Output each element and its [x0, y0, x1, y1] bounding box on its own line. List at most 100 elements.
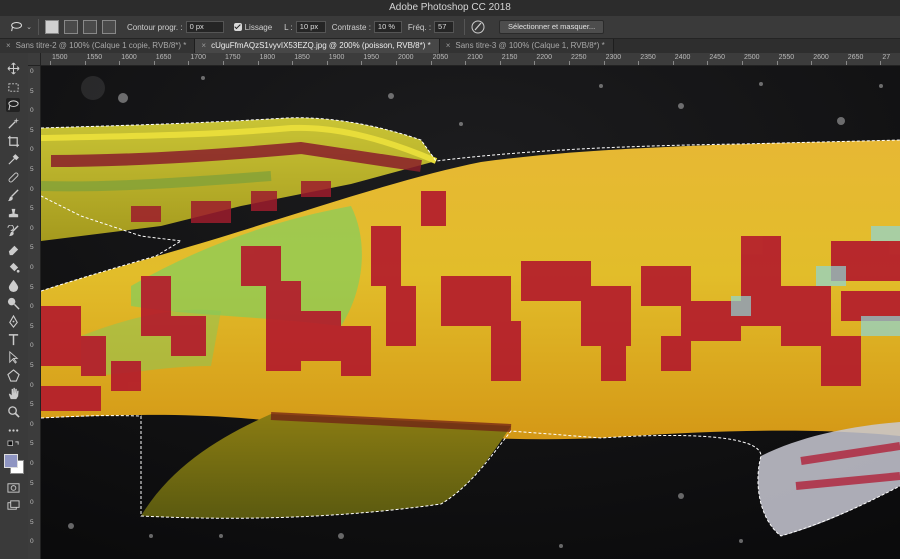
ruler-tick-label: 1550: [86, 54, 103, 61]
quick-mask-icon: [6, 482, 20, 493]
foreground-color-swatch[interactable]: [4, 454, 18, 468]
tools-panel: [0, 53, 29, 559]
eyedropper-tool[interactable]: [6, 152, 20, 166]
ruler-tick-label: 1750: [225, 54, 241, 61]
default-colors-icon: [7, 440, 19, 446]
ruler-tick: [84, 61, 86, 65]
magnifier-icon: [7, 405, 20, 418]
ruler-tick: [119, 61, 121, 65]
tab-fish-image[interactable]: × cUguFfmAQzS1vyvIX53EZQ.jpg @ 200% (pois…: [195, 39, 440, 53]
tab-label: Sans titre-2 @ 100% (Calque 1 copie, RVB…: [15, 41, 187, 50]
ruler-tick: [465, 61, 467, 65]
brush-icon: [7, 188, 19, 201]
clone-stamp-tool[interactable]: [6, 206, 20, 220]
ruler-tick: [153, 61, 155, 65]
tab-sans-titre-2[interactable]: × Sans titre-2 @ 100% (Calque 1 copie, RV…: [0, 39, 196, 53]
ruler-tick-label: 0: [30, 107, 34, 115]
ruler-tick: [499, 61, 501, 65]
frequency-label: Fréq. :: [407, 22, 432, 32]
select-and-mask-button[interactable]: Sélectionner et masquer...: [499, 20, 605, 34]
antialias-checkbox[interactable]: [233, 23, 242, 31]
ruler-tick-label: 0: [30, 499, 34, 507]
ruler-tick-label: 5: [30, 518, 34, 526]
eyedropper-icon: [7, 153, 19, 165]
ruler-tick-label: 5: [30, 362, 34, 369]
ruler-tick-label: 2300: [605, 54, 622, 61]
dodge-tool[interactable]: [6, 296, 20, 310]
ruler-tick-label: 2100: [467, 54, 483, 61]
more-icon: [8, 428, 18, 432]
width-input[interactable]: 10 px: [295, 21, 326, 33]
paint-bucket-tool[interactable]: [6, 260, 20, 274]
tab-sans-titre-3[interactable]: × Sans titre-3 @ 100% (Calque 1, RVB/8*) …: [439, 39, 614, 53]
ruler-tick-label: 0: [30, 381, 34, 389]
divider: [464, 19, 466, 35]
new-selection-button[interactable]: [45, 20, 59, 34]
ruler-tick-label: 2050: [432, 54, 449, 61]
close-icon[interactable]: ×: [201, 41, 206, 50]
ruler-tick-label: 0: [30, 185, 34, 193]
ruler-corner: [28, 53, 41, 66]
frequency-input[interactable]: 57: [434, 21, 455, 33]
ruler-tick-label: 2550: [778, 54, 795, 61]
tool-preset-picker[interactable]: ⌄: [10, 18, 32, 36]
ruler-tick-label: 5: [30, 87, 34, 95]
ruler-tick-label: 1600: [121, 54, 137, 61]
magnetic-lasso-tool[interactable]: [6, 98, 20, 112]
feather-label: Contour progr. :: [127, 22, 183, 32]
tablet-pressure-icon[interactable]: [471, 20, 485, 34]
antialias-label: Lissage: [244, 22, 273, 32]
eraser-tool[interactable]: [6, 242, 20, 256]
type-tool[interactable]: [6, 332, 20, 346]
hand-tool[interactable]: [6, 386, 20, 400]
ruler-tick-label: 5: [30, 440, 34, 448]
subtract-selection-button[interactable]: [83, 20, 97, 34]
screen-mode[interactable]: [6, 498, 20, 512]
ruler-tick: [396, 61, 397, 65]
intersect-selection-button[interactable]: [102, 20, 116, 34]
ruler-tick-label: 2500: [744, 54, 760, 61]
history-brush-tool[interactable]: [6, 224, 20, 238]
add-selection-button[interactable]: [64, 20, 78, 34]
ruler-tick: [811, 61, 813, 65]
swap-colors[interactable]: [6, 439, 20, 453]
crop-icon: [7, 135, 19, 147]
vertical-ruler[interactable]: 0 5 0 5 0 5 0 5 0 5 0 5 0 5 0 5 0 5 0 5 0 5 0 5 0: [28, 65, 41, 559]
close-icon[interactable]: ×: [6, 41, 11, 50]
pen-tool[interactable]: [6, 314, 20, 328]
ruler-tick-label: 5: [30, 401, 34, 409]
hand-icon: [8, 387, 19, 399]
ruler-tick: [257, 61, 259, 65]
ruler-tick-label: 5: [30, 244, 34, 252]
close-icon[interactable]: ×: [446, 41, 451, 50]
contrast-label: Contraste :: [331, 22, 371, 32]
contrast-input[interactable]: 10 %: [373, 21, 402, 33]
ruler-tick: [430, 61, 432, 65]
crop-tool[interactable]: [6, 134, 20, 148]
feather-input[interactable]: 0 px: [185, 21, 224, 33]
quick-selection-tool[interactable]: [6, 116, 20, 130]
brush-tool[interactable]: [6, 188, 20, 202]
quick-mask[interactable]: [6, 480, 20, 494]
ruler-tick: [188, 61, 190, 65]
ruler-tick-label: 0: [30, 342, 34, 350]
more-tools[interactable]: [6, 423, 20, 437]
ruler-tick-label: 0: [30, 68, 34, 75]
ruler-tick: [845, 61, 847, 65]
path-selection-tool[interactable]: [6, 350, 20, 364]
ruler-tick-label: 2200: [536, 54, 552, 61]
ruler-tick-label: 27: [882, 54, 891, 61]
ruler-tick: [361, 61, 363, 65]
document-canvas[interactable]: [41, 66, 900, 559]
window-title: Adobe Photoshop CC 2018: [389, 2, 511, 13]
horizontal-ruler[interactable]: 1500 1550 1600 1650 1700 1750 1800 1850 1900 1950…: [28, 53, 900, 66]
blur-tool[interactable]: [6, 278, 20, 292]
marquee-icon: [7, 82, 19, 92]
ruler-tick-label: 2350: [640, 54, 656, 61]
ruler-tick: [672, 61, 674, 65]
healing-brush-tool[interactable]: [6, 170, 20, 184]
zoom-tool[interactable]: [6, 404, 20, 418]
shape-tool[interactable]: [6, 368, 20, 382]
move-tool[interactable]: [6, 61, 20, 75]
marquee-tool[interactable]: [6, 80, 20, 94]
